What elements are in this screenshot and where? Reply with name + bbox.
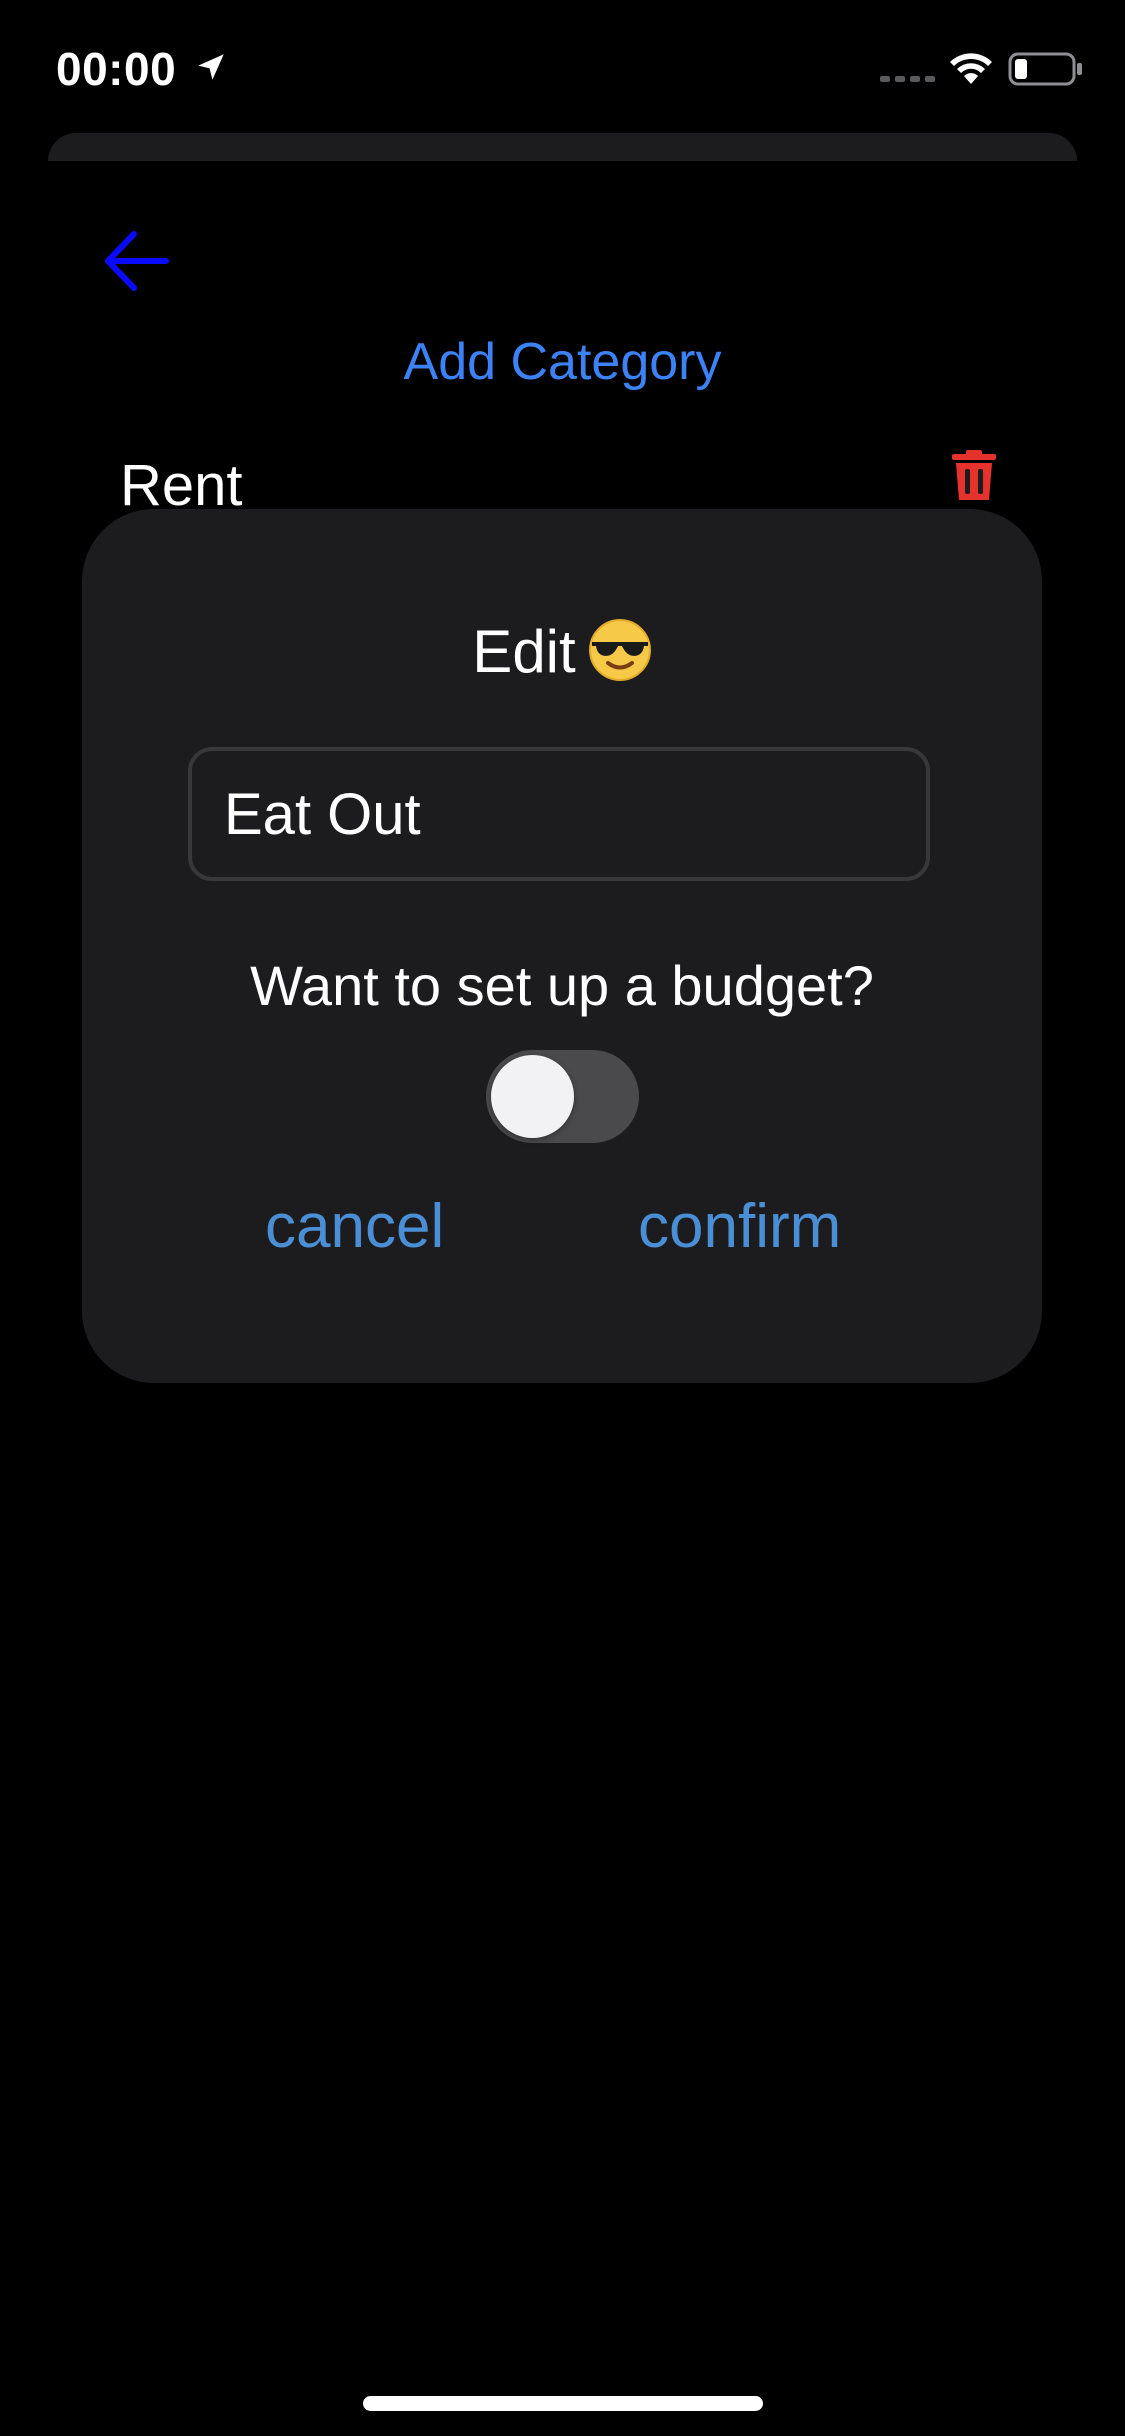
sheet-divider [0, 161, 1125, 181]
trash-icon[interactable] [952, 450, 996, 502]
category-name-input[interactable] [188, 747, 930, 881]
cellular-signal-icon [880, 76, 935, 82]
home-indicator[interactable] [363, 2396, 763, 2411]
confirm-button[interactable]: confirm [638, 1191, 841, 1262]
location-arrow-icon [198, 54, 224, 80]
budget-toggle[interactable] [486, 1050, 639, 1143]
status-bar: 00:00 [0, 0, 1125, 135]
budget-question-label: Want to set up a budget? [250, 954, 874, 1017]
back-arrow-icon[interactable] [100, 228, 172, 294]
add-category-button[interactable]: Add Category [0, 332, 1125, 392]
modal-title-text: Edit [472, 618, 576, 685]
sunglasses-emoji-icon [588, 619, 651, 681]
battery-icon [1008, 52, 1082, 86]
edit-category-modal: Edit Want to set up a budget? cancel con… [82, 509, 1042, 1383]
status-time: 00:00 [56, 43, 177, 95]
wifi-icon [950, 53, 992, 84]
modal-title: Edit [82, 617, 1042, 686]
cancel-button[interactable]: cancel [265, 1191, 444, 1262]
toggle-knob [491, 1055, 574, 1138]
